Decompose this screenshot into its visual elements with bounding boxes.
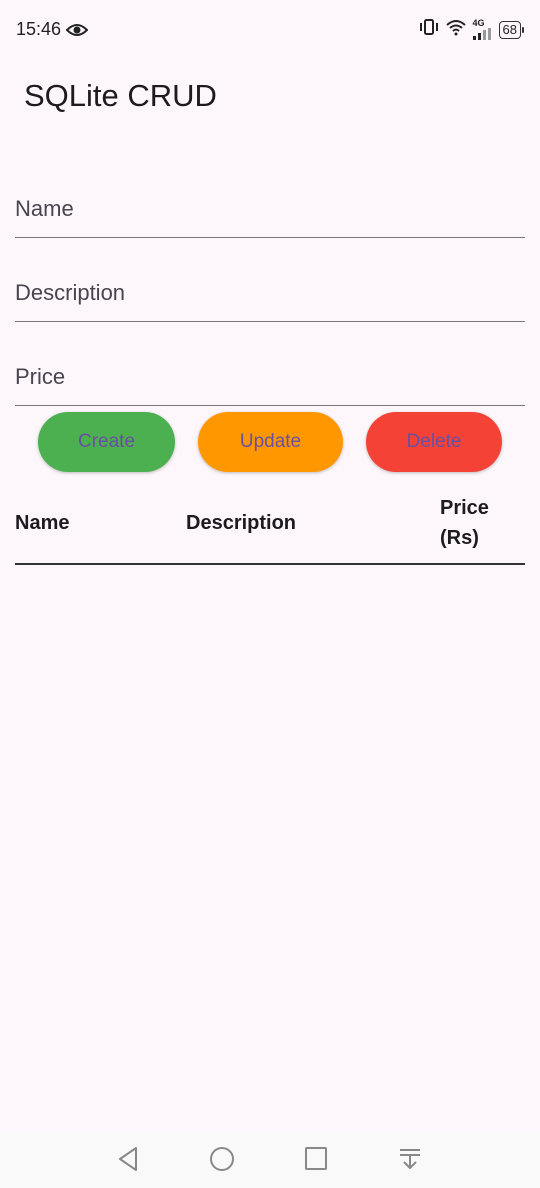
back-icon[interactable] — [116, 1146, 140, 1177]
network-type: 4G — [472, 18, 485, 28]
column-header-name: Name — [15, 512, 70, 534]
signal-icon: 4G — [472, 18, 493, 40]
battery-icon: 68 — [498, 20, 524, 39]
vibrate-icon — [419, 18, 439, 41]
navigation-bar — [0, 1132, 540, 1188]
name-input[interactable] — [15, 180, 525, 238]
eye-icon — [65, 22, 89, 43]
column-header-price: Price — [440, 497, 489, 519]
wifi-icon — [445, 18, 467, 41]
data-table-header: Name Description Price (Rs) — [15, 490, 525, 565]
delete-button[interactable]: Delete — [366, 412, 502, 472]
status-icons: 4G 68 — [419, 18, 524, 41]
status-time: 15:46 — [16, 19, 62, 39]
column-header-description: Description — [186, 512, 297, 534]
home-icon[interactable] — [209, 1146, 235, 1177]
status-bar: 15:46 4G 68 — [0, 0, 540, 60]
create-button[interactable]: Create — [38, 412, 175, 472]
recents-icon[interactable] — [304, 1146, 328, 1177]
notification-pull-icon[interactable] — [398, 1146, 422, 1177]
description-input[interactable] — [15, 264, 525, 322]
battery-tip — [522, 26, 524, 33]
page-title: SQLite CRUD — [24, 78, 217, 113]
update-button[interactable]: Update — [198, 412, 343, 472]
battery-level: 68 — [498, 20, 521, 39]
price-input[interactable] — [15, 348, 525, 406]
column-header-price-unit: (Rs) — [440, 527, 479, 549]
